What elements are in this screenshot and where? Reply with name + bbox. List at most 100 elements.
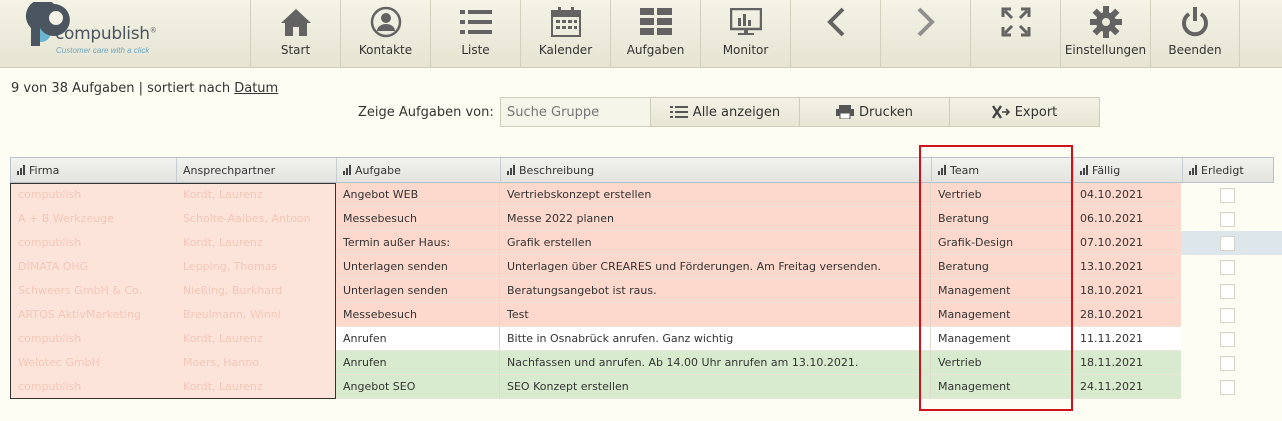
table-row[interactable]: compublish Kordt, Laurenz Angebot SEO SEO K…	[10, 375, 1282, 399]
cell-erledigt	[1181, 183, 1274, 207]
done-checkbox[interactable]	[1220, 307, 1235, 323]
logo: compublish® Customer care with a click	[0, 0, 250, 68]
cell-team: Management	[930, 303, 1072, 327]
column-header-beschreibung[interactable]: Beschreibung	[500, 158, 931, 182]
app-name: compublish®	[55, 24, 157, 44]
cell-team: Management	[930, 375, 1072, 399]
toolbar-aufgaben-button[interactable]: Aufgaben	[610, 0, 700, 68]
cell-erledigt	[1181, 255, 1274, 279]
cell-partner: Kordt, Laurenz	[175, 183, 335, 207]
cell-team: Vertrieb	[930, 183, 1072, 207]
cell-erledigt	[1181, 351, 1274, 375]
cell-firma: compublish	[10, 327, 175, 351]
column-header-team[interactable]: Team	[931, 158, 1073, 182]
toolbar-fullscreen-button[interactable]	[970, 0, 1060, 68]
cell-team: Management	[930, 279, 1072, 303]
sort-icon	[343, 165, 351, 175]
table-row[interactable]: ARTOS AktivMarketing Breulmann, Winni Mess…	[10, 303, 1282, 327]
gear-icon	[1061, 6, 1150, 38]
cell-partner: Moers, Hanno	[175, 351, 335, 375]
cell-firma: ARTOS AktivMarketing	[10, 303, 175, 327]
table-row[interactable]: Schweers GmbH & Co. Nießing, Burkhard Unte…	[10, 279, 1282, 303]
cell-faellig: 28.10.2021	[1072, 303, 1181, 327]
cell-faellig: 06.10.2021	[1072, 207, 1181, 231]
monitor-icon	[701, 6, 790, 38]
cell-erledigt	[1181, 207, 1274, 231]
cell-beschreibung: Grafik erstellen	[499, 231, 930, 255]
column-header-label: Team	[950, 163, 980, 177]
print-button[interactable]: Drucken	[799, 97, 950, 127]
table-row[interactable]: compublish Kordt, Laurenz Angebot WEB Vertr…	[10, 183, 1282, 207]
show-all-button[interactable]: Alle anzeigen	[650, 97, 800, 127]
list-icon	[669, 106, 688, 118]
toolbar-liste-button[interactable]: Liste	[430, 0, 520, 68]
done-checkbox[interactable]	[1220, 211, 1235, 227]
toolbar: compublish® Customer care with a click S…	[0, 0, 1282, 68]
cell-faellig: 04.10.2021	[1072, 183, 1181, 207]
cell-beschreibung: SEO Konzept erstellen	[499, 375, 930, 399]
contacts-icon	[341, 6, 430, 38]
cell-firma: Schweers GmbH & Co.	[10, 279, 175, 303]
cell-faellig: 11.11.2021	[1072, 327, 1181, 351]
cell-erledigt	[1181, 303, 1274, 327]
table-row[interactable]: DIMATA OHG Lepping, Thomas Unterlagen send…	[10, 255, 1282, 279]
sort-icon	[938, 165, 946, 175]
power-icon	[1151, 6, 1239, 38]
column-header-erledigt[interactable]: Erledigt	[1182, 158, 1275, 182]
toolbar-monitor-label: Monitor	[722, 43, 769, 57]
done-checkbox[interactable]	[1220, 235, 1235, 251]
table-row[interactable]: compublish Kordt, Laurenz Anrufen Bitte in …	[10, 327, 1282, 351]
toolbar-kontakte-button[interactable]: Kontakte	[340, 0, 430, 68]
column-header-faellig[interactable]: Fällig	[1073, 158, 1182, 182]
cell-aufgabe: Anrufen	[335, 351, 499, 375]
column-header-aufgabe[interactable]: Aufgabe	[336, 158, 500, 182]
group-search-input[interactable]	[500, 97, 651, 127]
done-checkbox[interactable]	[1220, 283, 1235, 299]
task-count: 9 von 38 Aufgaben | sortiert nach Datum	[11, 81, 278, 96]
calendar-icon	[521, 6, 610, 38]
cell-faellig: 07.10.2021	[1072, 231, 1181, 255]
toolbar-monitor-button[interactable]: Monitor	[700, 0, 790, 68]
cell-faellig: 24.11.2021	[1072, 375, 1181, 399]
done-checkbox[interactable]	[1220, 331, 1235, 347]
column-header-partner[interactable]: Ansprechpartner	[176, 158, 336, 182]
cell-firma: A + B Werkzeuge	[10, 207, 175, 231]
cell-beschreibung: Bitte in Osnabrück anrufen. Ganz wichtig	[499, 327, 930, 351]
toolbar-kalender-label: Kalender	[538, 43, 593, 57]
cell-partner: Scholte-Aalbes, Antoon	[175, 207, 335, 231]
cell-partner: Kordt, Laurenz	[175, 327, 335, 351]
toolbar-kalender-button[interactable]: Kalender	[520, 0, 610, 68]
toolbar-forward-button[interactable]	[880, 0, 970, 68]
column-header-label: Firma	[29, 163, 60, 177]
done-checkbox[interactable]	[1220, 355, 1235, 371]
export-button[interactable]: Export	[949, 97, 1100, 127]
cell-firma: compublish	[10, 375, 175, 399]
toolbar-beenden-button[interactable]: Beenden	[1150, 0, 1240, 68]
toolbar-start-button[interactable]: Start	[250, 0, 340, 68]
table-row[interactable]: compublish Kordt, Laurenz Termin außer Hau…	[10, 231, 1282, 255]
done-checkbox[interactable]	[1220, 379, 1235, 395]
toolbar-back-button[interactable]	[790, 0, 880, 68]
cell-team: Grafik-Design	[930, 231, 1072, 255]
table-row[interactable]: Welotec GmbH Moers, Hanno Anrufen Nachfasse…	[10, 351, 1282, 375]
export-label: Export	[1014, 104, 1058, 120]
cell-partner: Kordt, Laurenz	[175, 375, 335, 399]
cell-erledigt	[1181, 279, 1274, 303]
list-icon	[431, 6, 520, 38]
sort-field-link[interactable]: Datum	[234, 81, 278, 96]
toolbar-start-label: Start	[280, 43, 311, 57]
toolbar-liste-label: Liste	[461, 43, 490, 57]
toolbar-einstellungen-button[interactable]: Einstellungen	[1060, 0, 1150, 68]
cell-partner: Kordt, Laurenz	[175, 231, 335, 255]
home-icon	[251, 6, 340, 38]
table-row[interactable]: A + B Werkzeuge Scholte-Aalbes, Antoon Mes…	[10, 207, 1282, 231]
sort-icon	[507, 165, 515, 175]
cell-aufgabe: Unterlagen senden	[335, 279, 499, 303]
chevron-left-icon	[791, 6, 880, 38]
done-checkbox[interactable]	[1220, 259, 1235, 275]
done-checkbox[interactable]	[1220, 187, 1235, 203]
printer-icon	[835, 105, 854, 119]
fullscreen-icon	[971, 6, 1060, 38]
cell-beschreibung: Beratungsangebot ist raus.	[499, 279, 930, 303]
column-header-firma[interactable]: Firma	[11, 158, 176, 182]
